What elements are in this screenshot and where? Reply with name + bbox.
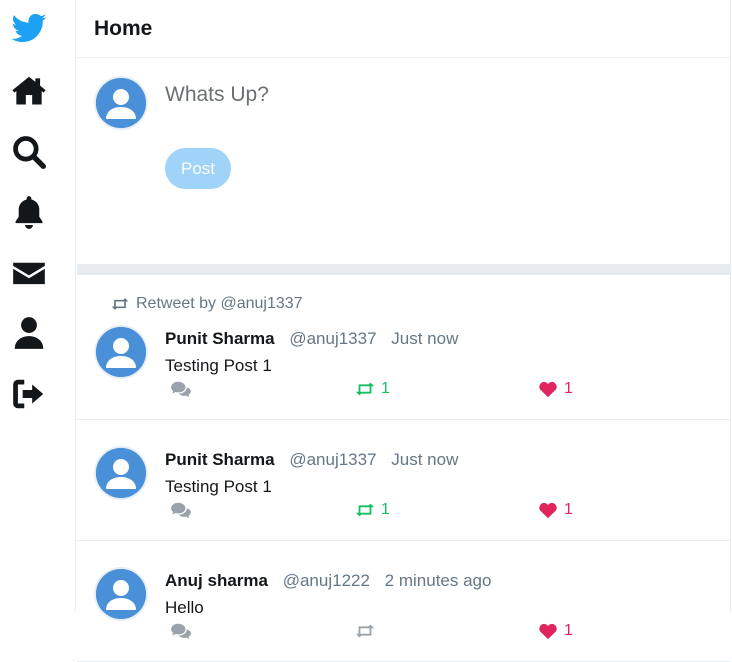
main-feed: Home Post Retweet by @anuj1337 Punit Sha… xyxy=(77,0,731,662)
avatar xyxy=(96,78,146,128)
avatar[interactable] xyxy=(96,327,146,377)
comment-button[interactable] xyxy=(170,622,192,640)
post-actions: 1 xyxy=(77,622,730,644)
twitter-bird-icon[interactable] xyxy=(10,10,48,48)
post-author-handle[interactable]: @anuj1337 xyxy=(289,329,376,348)
comment-icon xyxy=(171,502,191,519)
post-header: Anuj sharma @anuj1222 2 minutes ago xyxy=(165,571,491,591)
user-icon[interactable] xyxy=(10,314,48,352)
post-author-handle[interactable]: @anuj1222 xyxy=(283,571,370,590)
post-timestamp: 2 minutes ago xyxy=(384,571,492,590)
search-icon[interactable] xyxy=(10,133,48,171)
post-header: Punit Sharma @anuj1337 Just now xyxy=(165,329,458,349)
comment-button[interactable] xyxy=(170,380,192,398)
sidebar-nav xyxy=(0,0,76,612)
retweet-count: 1 xyxy=(381,380,390,397)
post-button[interactable]: Post xyxy=(165,148,231,189)
retweet-button[interactable]: 1 xyxy=(354,501,390,519)
comment-button[interactable] xyxy=(170,501,192,519)
retweet-icon xyxy=(111,298,129,310)
like-button[interactable]: 1 xyxy=(537,622,573,640)
retweet-icon xyxy=(355,382,375,396)
like-count: 1 xyxy=(564,501,573,518)
post-author-name[interactable]: Punit Sharma xyxy=(165,450,275,469)
post-text: Testing Post 1 xyxy=(165,477,272,496)
envelope-icon[interactable] xyxy=(10,254,48,292)
heart-icon xyxy=(539,502,557,519)
post-author-name[interactable]: Punit Sharma xyxy=(165,329,275,348)
comment-icon xyxy=(171,381,191,398)
post-timestamp: Just now xyxy=(391,329,459,348)
logout-icon[interactable] xyxy=(10,375,48,413)
post-text: Testing Post 1 xyxy=(165,356,272,375)
like-button[interactable]: 1 xyxy=(537,380,573,398)
post-item[interactable]: Punit Sharma @anuj1337 Just now Testing … xyxy=(77,420,730,541)
like-button[interactable]: 1 xyxy=(537,501,573,519)
retweet-icon xyxy=(355,503,375,517)
retweet-icon xyxy=(355,624,375,638)
like-count: 1 xyxy=(564,380,573,397)
home-icon[interactable] xyxy=(10,72,48,110)
post-author-name[interactable]: Anuj sharma xyxy=(165,571,268,590)
bell-icon[interactable] xyxy=(10,193,48,231)
compose-input[interactable] xyxy=(165,76,685,114)
post-actions: 1 1 xyxy=(77,380,730,402)
tweet-composer: Post xyxy=(77,58,730,264)
post-header: Punit Sharma @anuj1337 Just now xyxy=(165,450,458,470)
post-item[interactable]: Retweet by @anuj1337 Punit Sharma @anuj1… xyxy=(77,275,730,420)
like-count: 1 xyxy=(564,622,573,639)
retweet-button[interactable]: 1 xyxy=(354,380,390,398)
retweet-count: 1 xyxy=(381,501,390,518)
retweet-by-text: Retweet by @anuj1337 xyxy=(136,295,303,312)
avatar[interactable] xyxy=(96,448,146,498)
retweet-button[interactable] xyxy=(354,622,381,640)
comment-icon xyxy=(171,623,191,640)
post-text: Hello xyxy=(165,598,204,617)
retweet-label: Retweet by @anuj1337 xyxy=(110,295,303,313)
post-timestamp: Just now xyxy=(391,450,459,469)
heart-icon xyxy=(539,381,557,398)
heart-icon xyxy=(539,623,557,640)
feed-divider xyxy=(77,264,730,275)
post-item[interactable]: Anuj sharma @anuj1222 2 minutes ago Hell… xyxy=(77,541,730,662)
page-title: Home xyxy=(77,0,730,58)
post-author-handle[interactable]: @anuj1337 xyxy=(289,450,376,469)
post-actions: 1 1 xyxy=(77,501,730,523)
